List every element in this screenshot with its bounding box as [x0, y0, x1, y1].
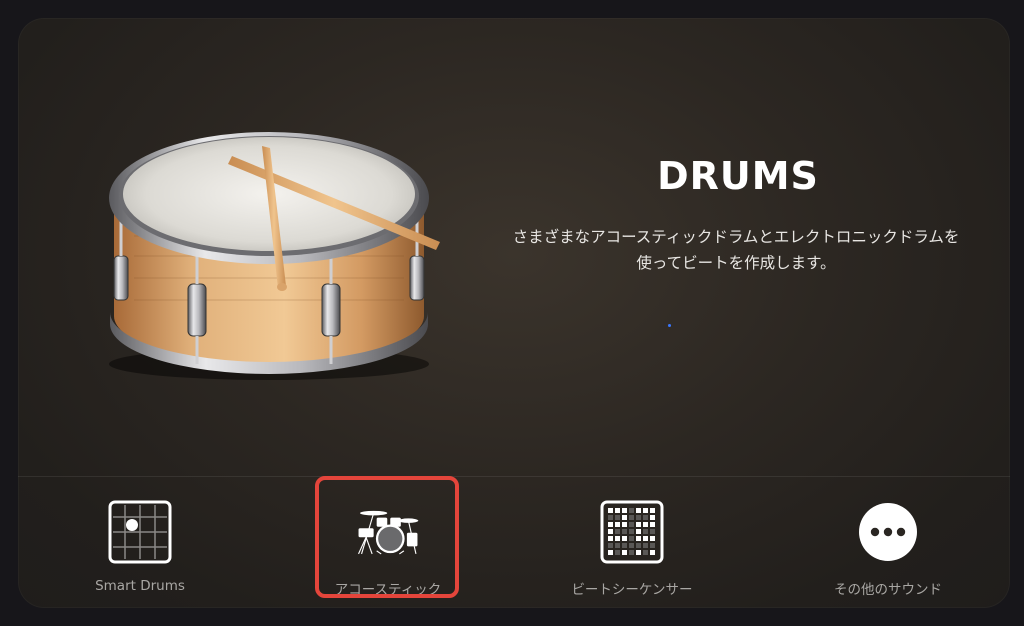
more-ellipsis-icon — [854, 498, 922, 566]
instrument-hero[interactable]: DRUMS さまざまなアコースティックドラムとエレクトロニックドラムを使ってビー… — [18, 18, 1010, 476]
smart-drums-grid-icon — [106, 498, 174, 566]
snare-drum-image — [109, 132, 440, 380]
instrument-panel: DRUMS さまざまなアコースティックドラムとエレクトロニックドラムを使ってビー… — [18, 18, 1010, 608]
tab-smart-drums[interactable]: Smart Drums — [80, 477, 200, 608]
tab-acoustic[interactable]: アコースティック — [314, 477, 462, 608]
tab-more-sounds-label: その他のサウンド — [834, 582, 942, 598]
tab-acoustic-label: アコースティック — [334, 582, 442, 598]
instrument-title: DRUMS — [657, 154, 819, 198]
tab-smart-drums-label: Smart Drums — [95, 578, 185, 594]
beat-sequencer-icon — [598, 498, 666, 566]
tab-beat-sequencer-label: ビートシーケンサー — [571, 582, 693, 598]
instrument-description: さまざまなアコースティックドラムとエレクトロニックドラムを使ってビートを作成しま… — [512, 228, 960, 272]
instrument-type-tabbar: Smart Drums アコースティック ビートシーケンサー その他のサウンド — [18, 477, 1010, 608]
tab-beat-sequencer[interactable]: ビートシーケンサー — [558, 477, 706, 608]
drum-kit-icon — [354, 498, 422, 566]
tab-more-sounds[interactable]: その他のサウンド — [818, 477, 958, 608]
page-indicator-dot — [668, 324, 671, 327]
